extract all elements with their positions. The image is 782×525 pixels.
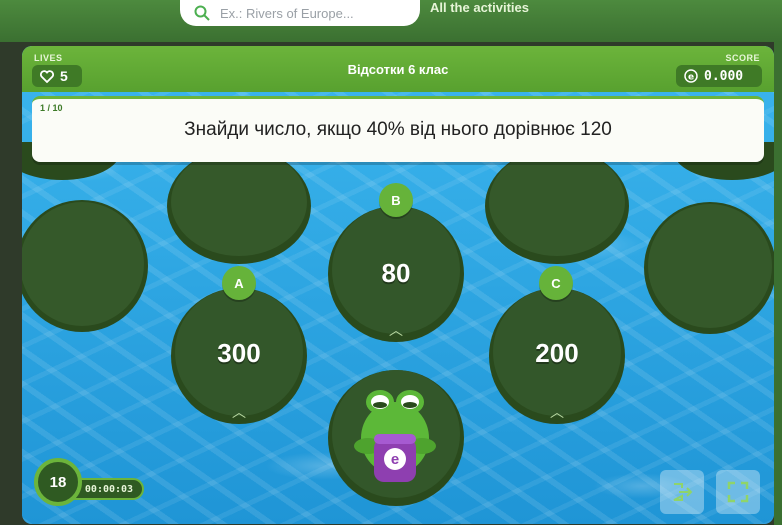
search-icon: [194, 5, 210, 21]
answer-letter-c: C: [539, 266, 573, 300]
chevron-up-icon: ︿: [232, 404, 246, 420]
fullscreen-icon: [727, 481, 749, 503]
search-box[interactable]: Ex.: Rivers of Europe...: [180, 0, 420, 26]
game-title: Відсотки 6 клас: [347, 62, 449, 77]
chevron-up-icon: ︿: [389, 322, 403, 338]
question-card: 1 / 10 Знайди число, якщо 40% від нього …: [32, 96, 764, 162]
countdown-timer: 18: [34, 458, 82, 506]
answer-value: 300: [217, 338, 261, 368]
answer-value: 80: [381, 258, 411, 288]
chevron-up-icon: ︿: [550, 404, 564, 420]
question-text: Знайди число, якщо 40% від нього дорівню…: [184, 119, 612, 140]
score-counter: e 0.000: [676, 65, 762, 87]
game-frame: 80 ︿ B 300 ︿ A 200 ︿ C e LIVES 5 Відсотк…: [22, 46, 774, 524]
frame-border: [774, 42, 782, 525]
elapsed-time: 00:00:03: [74, 478, 144, 500]
answer-pad-b[interactable]: 80 ︿: [322, 202, 470, 342]
game-header: LIVES 5 Відсотки 6 клас SCORE e 0.000: [22, 46, 774, 92]
answer-letter-b: B: [379, 183, 413, 217]
search-placeholder: Ex.: Rivers of Europe...: [220, 5, 354, 21]
lily-pad-decor: [482, 146, 632, 266]
svg-text:e: e: [688, 73, 694, 83]
fullscreen-button[interactable]: [716, 470, 760, 514]
exit-icon: [673, 483, 693, 501]
frog-character: e: [340, 376, 450, 486]
exit-button[interactable]: [660, 470, 704, 514]
lily-pad-decor: [164, 146, 314, 266]
answer-pad-c[interactable]: 200 ︿: [482, 284, 632, 424]
score-value: 0.000: [704, 68, 744, 84]
answer-letter-a: A: [222, 266, 256, 300]
frog-badge: e: [384, 448, 406, 470]
lily-pad-decor: [640, 198, 774, 338]
all-activities-link[interactable]: All the activities: [430, 0, 529, 15]
lily-pad-decor: [22, 196, 152, 336]
answer-pad-a[interactable]: 300 ︿: [164, 284, 314, 424]
question-counter: 1 / 10: [40, 103, 63, 113]
score-label: SCORE: [725, 53, 760, 63]
site-header: Ex.: Rivers of Europe... All the activit…: [0, 0, 782, 42]
coin-icon: e: [684, 69, 698, 83]
answer-value: 200: [535, 338, 579, 368]
